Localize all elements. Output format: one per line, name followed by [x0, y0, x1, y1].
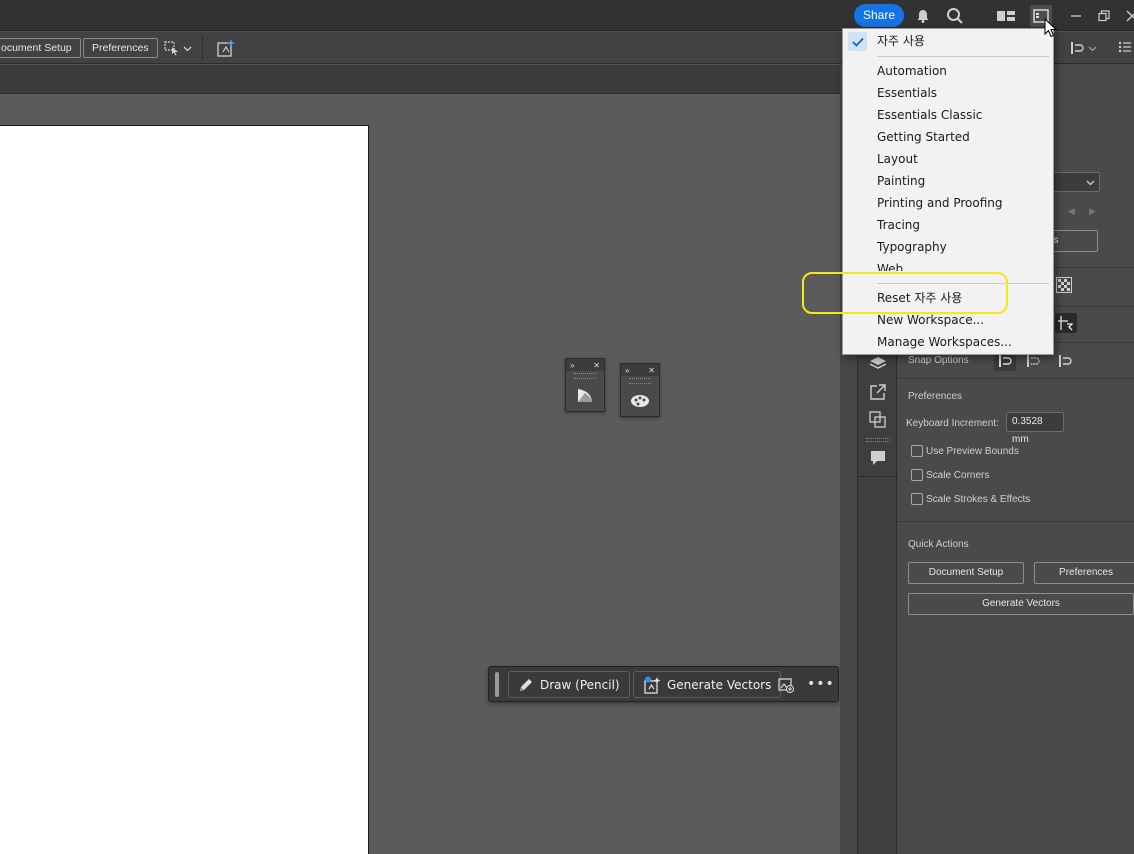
menu-divider	[877, 283, 1049, 284]
workspace-item-label: 자주 사용	[877, 34, 925, 48]
generate-vectors-icon[interactable]	[216, 38, 236, 61]
menu-divider	[877, 56, 1049, 57]
new-workspace-item[interactable]: New Workspace...	[843, 309, 1053, 331]
layers-icon[interactable]	[868, 354, 888, 374]
chevron-down-icon	[1086, 180, 1095, 186]
prev-artboard-icon[interactable]: ◀	[1068, 206, 1075, 217]
use-preview-bounds-label: Use Preview Bounds	[926, 446, 1019, 457]
preferences-button[interactable]: Preferences	[83, 38, 158, 58]
workspace-item[interactable]: Essentials Classic	[843, 104, 1053, 126]
snap-to-grid-icon[interactable]	[1058, 354, 1072, 371]
arrange-documents-icon[interactable]	[995, 5, 1017, 27]
drag-grip[interactable]	[629, 378, 651, 384]
manage-workspaces-item[interactable]: Manage Workspaces...	[843, 331, 1053, 353]
reset-workspace-item[interactable]: Reset 자주 사용	[843, 287, 1053, 309]
draw-pencil-button[interactable]: Draw (Pencil)	[508, 671, 630, 698]
restore-icon[interactable]	[1093, 5, 1115, 27]
search-icon[interactable]	[944, 5, 966, 27]
snap-options-dropdown[interactable]	[1070, 39, 1106, 57]
panel-header[interactable]: » ✕	[566, 359, 604, 371]
panel-header[interactable]: » ✕	[621, 364, 659, 376]
strip-divider	[858, 476, 898, 477]
section-divider	[898, 378, 1134, 379]
snap-to-point-icon[interactable]	[1026, 354, 1042, 371]
control-divider	[202, 36, 203, 60]
chevron-down-icon	[183, 46, 192, 51]
workspace-item[interactable]: Printing and Proofing	[843, 192, 1053, 214]
drag-grip[interactable]	[574, 373, 596, 379]
draw-pencil-label: Draw (Pencil)	[540, 677, 620, 692]
workspace-item[interactable]: Tracing	[843, 214, 1053, 236]
floating-panel-color[interactable]: » ✕	[620, 363, 660, 417]
panel-menu-icon[interactable]	[1118, 40, 1132, 57]
pathfinder-icon[interactable]	[868, 410, 888, 430]
workspace-item[interactable]: Essentials	[843, 82, 1053, 104]
document-setup-button[interactable]: ocument Setup	[0, 38, 81, 58]
workspace-item[interactable]: Layout	[843, 148, 1053, 170]
chevron-down-icon	[1088, 46, 1097, 51]
comments-icon[interactable]	[868, 448, 888, 468]
minimize-icon[interactable]	[1065, 5, 1087, 27]
expand-icon[interactable]: »	[625, 366, 629, 375]
workspace-item[interactable]: Web	[843, 258, 1053, 271]
document-tab-strip	[0, 65, 840, 94]
select-similar-dropdown[interactable]	[164, 39, 194, 57]
panel-icon-strip	[857, 340, 898, 854]
select-similar-icon	[164, 41, 178, 56]
bell-icon[interactable]	[912, 5, 934, 27]
document-setup-button[interactable]: Document Setup	[908, 562, 1024, 584]
snap-icon	[1071, 42, 1084, 54]
checkmark-icon	[848, 32, 867, 51]
scale-corners-checkbox[interactable]	[911, 469, 923, 481]
workspace-item[interactable]: Typography	[843, 236, 1053, 258]
close-icon[interactable]	[1121, 5, 1134, 27]
snap-options-label: Snap Options	[908, 355, 969, 366]
keyboard-increment-label: Keyboard Increment:	[906, 418, 999, 429]
drag-grip[interactable]	[495, 672, 499, 697]
close-icon[interactable]: ✕	[593, 361, 600, 370]
preferences-heading: Preferences	[908, 391, 962, 402]
keyboard-increment-input[interactable]: 0.3528 mm	[1006, 412, 1064, 445]
generate-vectors-icon	[644, 676, 661, 694]
next-artboard-icon[interactable]: ▶	[1089, 206, 1096, 217]
gradient-icon	[578, 389, 592, 402]
generate-vectors-label: Generate Vectors	[667, 677, 772, 692]
add-image-icon[interactable]	[778, 677, 794, 696]
expand-icon[interactable]: »	[570, 361, 574, 370]
contextual-task-bar: Draw (Pencil) Generate Vectors •••	[488, 666, 839, 702]
scale-strokes-label: Scale Strokes & Effects	[926, 494, 1031, 505]
workspace-item[interactable]: Painting	[843, 170, 1053, 192]
workspace-item[interactable]: Getting Started	[843, 126, 1053, 148]
pencil-icon	[520, 678, 532, 691]
generate-vectors-button[interactable]: Generate Vectors	[908, 593, 1134, 615]
floating-panel-gradient[interactable]: » ✕	[565, 358, 605, 412]
workspace-item[interactable]: Automation	[843, 60, 1053, 82]
drag-grip[interactable]	[866, 438, 890, 442]
preferences-button[interactable]: Preferences	[1034, 562, 1134, 584]
quick-actions-heading: Quick Actions	[908, 539, 969, 550]
mouse-cursor-icon	[1044, 17, 1058, 41]
use-preview-bounds-checkbox[interactable]	[911, 445, 923, 457]
scale-strokes-checkbox[interactable]	[911, 493, 923, 505]
transparency-grid-icon[interactable]	[1056, 277, 1072, 296]
palette-icon	[631, 395, 649, 407]
snap-to-pixel-icon[interactable]	[1055, 313, 1077, 333]
close-icon[interactable]: ✕	[648, 366, 655, 375]
title-bar: Share	[0, 0, 1134, 31]
section-divider	[898, 521, 1134, 522]
more-options-icon[interactable]: •••	[807, 676, 835, 692]
generate-vectors-button[interactable]: Generate Vectors	[633, 671, 782, 698]
share-button[interactable]: Share	[854, 4, 904, 27]
artboard[interactable]	[0, 125, 369, 854]
workspace-item-current[interactable]: 자주 사용	[843, 30, 1053, 52]
scale-corners-label: Scale Corners	[926, 470, 990, 481]
workspace-menu: 자주 사용 Automation Essentials Essentials C…	[842, 28, 1054, 355]
export-icon[interactable]	[868, 382, 888, 402]
